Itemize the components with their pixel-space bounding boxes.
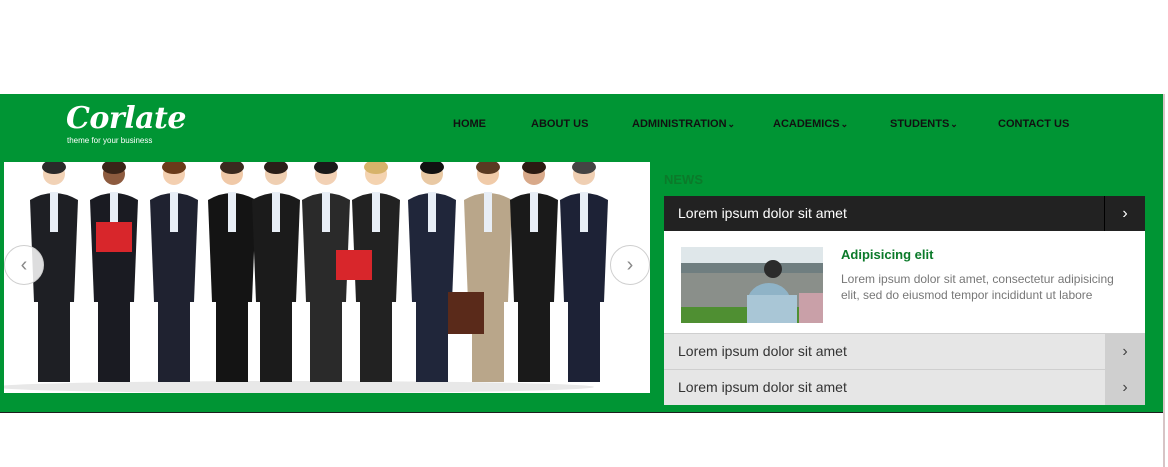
chevron-right-icon: › <box>1104 196 1145 231</box>
nav-label: CONTACT US <box>998 118 1070 130</box>
slider-prev-button[interactable]: ‹ <box>4 245 44 285</box>
nav-administration[interactable]: ADMINISTRATION⌄ <box>632 118 735 130</box>
chevron-down-icon: ⌄ <box>840 119 849 129</box>
news-item[interactable]: Lorem ipsum dolor sit amet › <box>664 369 1145 405</box>
chevron-down-icon: ⌄ <box>950 119 958 129</box>
nav-home[interactable]: HOME <box>453 118 486 130</box>
nav-academics[interactable]: ACADEMICS⌄ <box>773 118 848 130</box>
nav-contact-us[interactable]: CONTACT US <box>998 118 1069 130</box>
news-item[interactable]: Lorem ipsum dolor sit amet › <box>664 196 1145 231</box>
news-heading: NEWS <box>664 172 703 187</box>
hero-slider[interactable] <box>4 162 650 393</box>
news-accordion: Lorem ipsum dolor sit amet › Adipisicing… <box>664 196 1145 405</box>
nav-students[interactable]: STUDENTS⌄ <box>890 118 958 130</box>
news-photo <box>681 247 823 323</box>
chevron-right-icon: › <box>626 253 634 276</box>
nav-label: STUDENTS <box>890 118 950 130</box>
nav-label: ACADEMICS <box>773 118 840 130</box>
nav-label: ABOUT US <box>531 118 589 130</box>
brand-tagline: theme for your business <box>67 136 153 145</box>
chevron-right-icon: › <box>1105 334 1145 369</box>
brand-name: Corlate <box>66 101 186 136</box>
news-item-title: Lorem ipsum dolor sit amet <box>678 379 847 395</box>
team-photo <box>4 162 650 393</box>
news-item[interactable]: Lorem ipsum dolor sit amet › <box>664 333 1145 369</box>
news-featured-text: Lorem ipsum dolor sit amet, consectetur … <box>841 272 1114 302</box>
news-item-title: Lorem ipsum dolor sit amet <box>678 205 847 221</box>
news-item-title: Lorem ipsum dolor sit amet <box>678 343 847 359</box>
chevron-down-icon: ⌄ <box>727 119 736 129</box>
nav-label: HOME <box>453 118 486 130</box>
slider-next-button[interactable]: › <box>610 245 650 285</box>
nav-about-us[interactable]: ABOUT US <box>531 118 588 130</box>
brand-logo[interactable]: Corlate theme for your business <box>66 102 186 146</box>
chevron-left-icon: ‹ <box>20 253 28 276</box>
chevron-right-icon: › <box>1105 370 1145 405</box>
page-edge-rule <box>1163 94 1165 467</box>
news-thumbnail[interactable] <box>681 247 823 323</box>
news-featured: Adipisicing elit Lorem ipsum dolor sit a… <box>664 231 1145 333</box>
nav-label: ADMINISTRATION <box>632 118 727 130</box>
news-featured-title[interactable]: Adipisicing elit <box>841 247 933 262</box>
